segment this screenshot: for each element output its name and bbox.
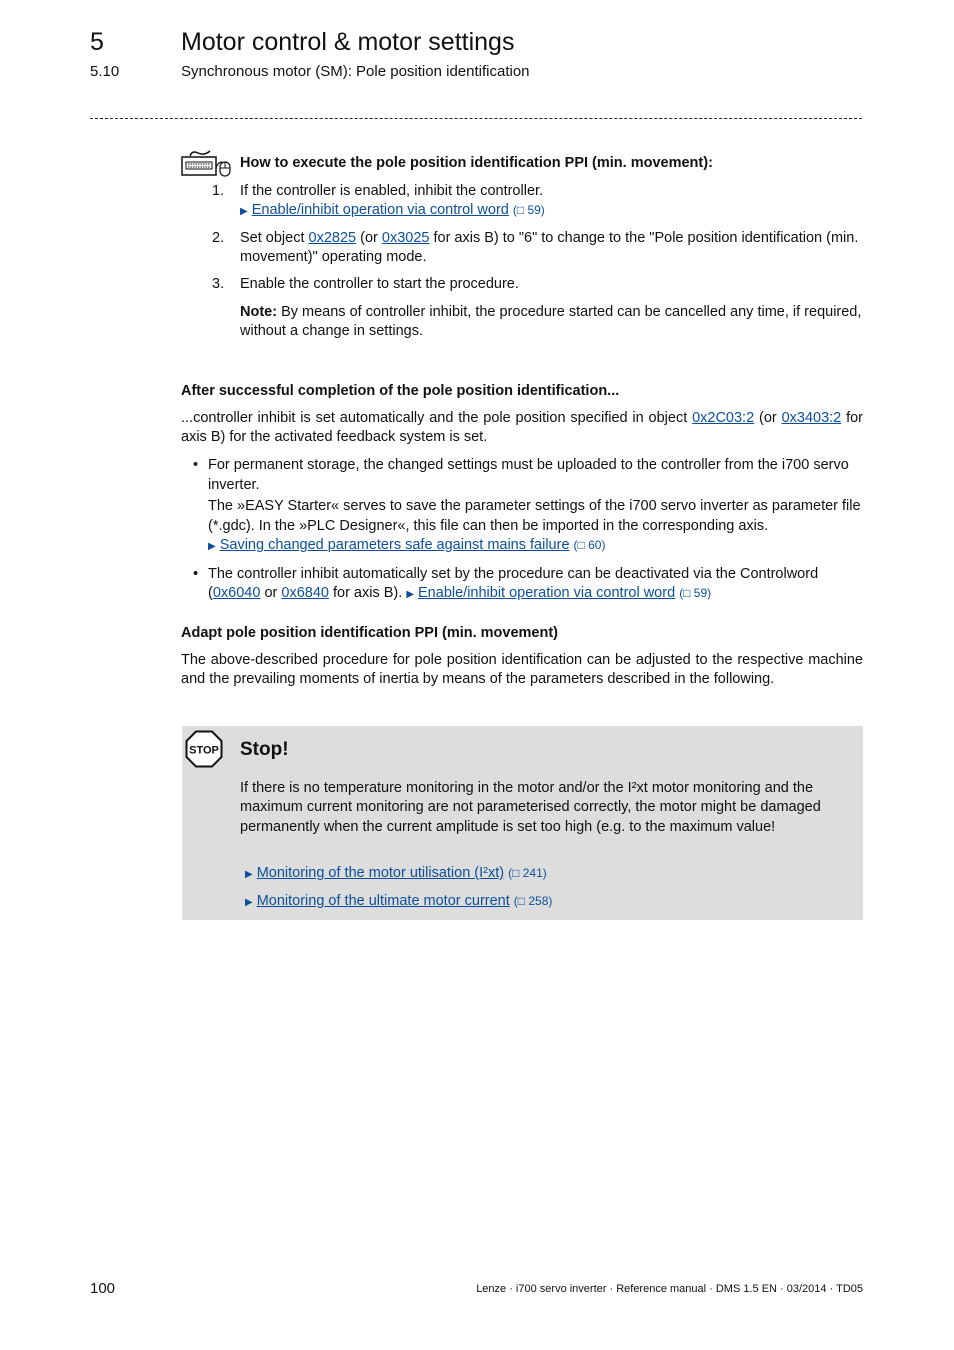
bullet-text: or <box>260 585 282 601</box>
object-0x3025-link[interactable]: 0x3025 <box>382 230 430 246</box>
enable-inhibit-link[interactable]: Enable/inhibit operation via control wor… <box>252 202 509 218</box>
motor-utilisation-link[interactable]: Monitoring of the motor utilisation (I²x… <box>257 865 504 881</box>
note: Note: By means of controller inhibit, th… <box>240 303 863 341</box>
note-text: By means of controller inhibit, the proc… <box>240 304 862 339</box>
bullet-text: The »EASY Starter« serves to save the pa… <box>208 498 861 534</box>
adapt-paragraph: The above-described procedure for pole p… <box>181 652 863 687</box>
stop-text: If there is no temperature monitoring in… <box>240 780 821 835</box>
page-ref: (□ 59) <box>512 203 545 217</box>
step-number: 3. <box>212 276 225 292</box>
enable-inhibit-link[interactable]: Enable/inhibit operation via control wor… <box>418 585 675 601</box>
step-2: 2. Set object 0x2825 (or 0x3025 for axis… <box>212 229 863 267</box>
bullet-text: for axis B). <box>328 585 407 601</box>
chapter-number: 5 <box>90 28 104 56</box>
object-0x6840-link[interactable]: 0x6840 <box>281 585 329 601</box>
procedure-heading: How to execute the pole position identif… <box>240 155 713 171</box>
object-0x3403-2-link[interactable]: 0x3403:2 <box>782 410 842 426</box>
link-arrow-icon: ▶ <box>406 589 415 600</box>
link-arrow-icon: ▶ <box>245 897 253 908</box>
completion-heading: After successful completion of the pole … <box>181 383 620 399</box>
document-info: Lenze · i700 servo inverter · Reference … <box>476 1283 863 1295</box>
chapter-title: Motor control & motor settings <box>181 28 515 56</box>
bullet-item: • For permanent storage, the changed set… <box>193 456 863 557</box>
link-arrow-icon: ▶ <box>245 869 253 880</box>
step-text: (or <box>356 230 382 246</box>
stop-title: Stop! <box>240 739 289 760</box>
step-number: 2. <box>212 230 225 246</box>
stop-link-1: ▶ Monitoring of the motor utilisation (I²… <box>245 864 547 884</box>
step-number: 1. <box>212 183 225 199</box>
saving-parameters-link[interactable]: Saving changed parameters safe against m… <box>220 537 570 553</box>
paragraph-text: ...controller inhibit is set automatical… <box>181 410 693 426</box>
procedure-steps: 1. If the controller is enabled, inhibit… <box>212 182 863 349</box>
bullet-dot: • <box>193 457 199 473</box>
completion-bullets: • For permanent storage, the changed set… <box>193 456 863 613</box>
completion-paragraph: ...controller inhibit is set automatical… <box>181 409 863 447</box>
ultimate-motor-current-link[interactable]: Monitoring of the ultimate motor current <box>257 893 510 909</box>
page-ref: (□ 60) <box>573 538 606 552</box>
step-text: Set object <box>240 230 309 246</box>
stop-sign-icon: STOP <box>185 730 223 772</box>
section-title: Synchronous motor (SM): Pole position id… <box>181 63 530 80</box>
bullet-text: For permanent storage, the changed setti… <box>208 457 849 493</box>
paragraph-text: (or <box>754 410 782 426</box>
section-number: 5.10 <box>90 63 120 80</box>
note-label: Note: <box>240 304 278 320</box>
adapt-heading: Adapt pole position identification PPI (… <box>181 625 559 641</box>
svg-text:STOP: STOP <box>189 745 219 757</box>
page-ref: (□ 59) <box>679 586 712 600</box>
header-divider <box>90 118 862 119</box>
stop-link-2: ▶ Monitoring of the ultimate motor curren… <box>245 892 552 912</box>
link-arrow-icon: ▶ <box>208 541 216 552</box>
page-ref: (□ 241) <box>508 866 547 880</box>
step-1: 1. If the controller is enabled, inhibit… <box>212 182 863 221</box>
bullet-item: • The controller inhibit automatically s… <box>193 565 863 605</box>
link-arrow-icon: ▶ <box>240 206 248 217</box>
step-text: If the controller is enabled, inhibit th… <box>240 183 544 199</box>
page-number: 100 <box>90 1280 116 1297</box>
bullet-dot: • <box>193 565 199 582</box>
object-0x2825-link[interactable]: 0x2825 <box>309 230 357 246</box>
step-3: 3. Enable the controller to start the pr… <box>212 275 863 341</box>
keyboard-mouse-icon <box>180 148 232 182</box>
page-ref: (□ 258) <box>513 894 553 908</box>
step-text: Enable the controller to start the proce… <box>240 276 519 292</box>
object-0x6040-link[interactable]: 0x6040 <box>213 585 261 601</box>
object-0x2c03-2-link[interactable]: 0x2C03:2 <box>692 410 754 426</box>
